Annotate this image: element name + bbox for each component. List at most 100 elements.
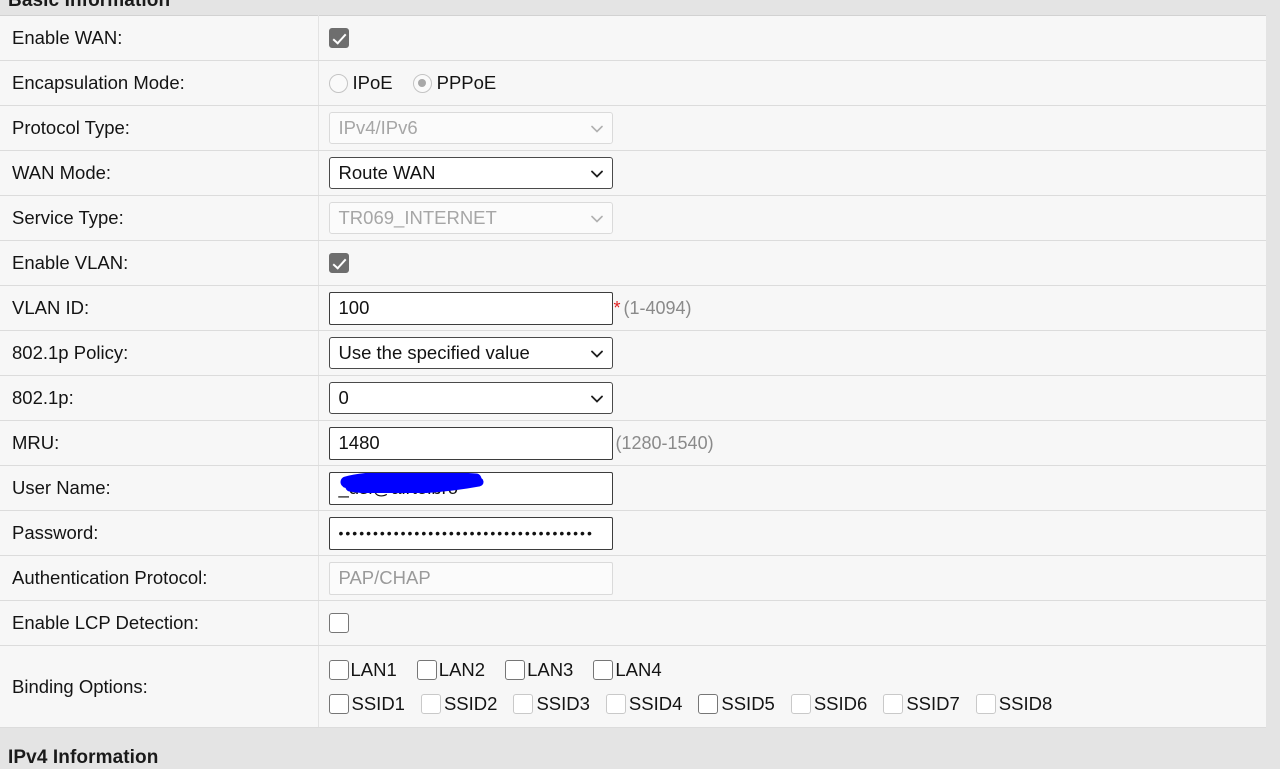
binding-ssid8[interactable]: SSID8 [975,693,1052,715]
label-user-name: User Name: [0,465,319,511]
password-input[interactable]: ••••••••••••••••••••••••••••••••••••• [328,516,613,550]
row-user-name: User Name: _dsl@airtelbro [0,465,1266,511]
value-enable-lcp-detection [318,600,1266,646]
dot1p-select[interactable]: 0 [328,382,613,414]
enable-wan-checkbox[interactable] [328,28,349,48]
chevron-down-icon [590,213,603,224]
value-dot1p: 0 [318,375,1266,421]
dot1p-policy-value: Use the specified value [338,342,530,363]
binding-lan4-label: LAN4 [615,658,662,680]
binding-ssid6-checkbox[interactable] [790,693,811,714]
value-vlan-id: 100 * (1-4094) [318,285,1266,331]
binding-ssid3-checkbox[interactable] [513,693,534,714]
vlan-id-hint: (1-4094) [623,297,692,318]
row-dot1p: 802.1p: 0 [0,375,1266,421]
label-encapsulation-mode: Encapsulation Mode: [0,60,319,106]
row-enable-vlan: Enable VLAN: [0,240,1266,286]
binding-lan1-checkbox[interactable] [328,659,349,680]
binding-ssid5[interactable]: SSID5 [698,692,775,715]
value-mru: 1480 (1280-1540) [318,420,1266,466]
basic-information-form: Enable WAN: Encapsulation Mode: IPoE PPP… [0,15,1266,728]
binding-ssid4-checkbox[interactable] [605,693,626,714]
binding-ssid2[interactable]: SSID2 [420,692,498,715]
binding-ssid7-label: SSID7 [906,692,960,714]
binding-ssid2-checkbox[interactable] [420,693,441,714]
binding-ssid4-label: SSID4 [628,692,683,714]
chevron-down-icon [590,123,603,134]
row-password: Password: ••••••••••••••••••••••••••••••… [0,510,1266,556]
binding-ssid8-checkbox[interactable] [975,693,996,714]
binding-ssid2-label: SSID2 [443,692,498,714]
wan-mode-value: Route WAN [338,162,436,183]
value-enable-vlan [318,240,1266,286]
vlan-id-input[interactable]: 100 [328,291,613,325]
binding-lan4-checkbox[interactable] [593,659,614,680]
dot1p-value: 0 [338,387,349,408]
binding-ssid1-label: SSID1 [351,692,405,714]
label-password: Password: [0,510,319,556]
binding-ssid7[interactable]: SSID7 [883,692,960,715]
section-title-ipv4-information: IPv4 Information [8,747,159,768]
vlan-id-value: 100 [338,297,370,318]
binding-ssid6-label: SSID6 [813,692,868,714]
encapsulation-radio-ipoe[interactable] [328,73,348,93]
encapsulation-radio-pppoe[interactable] [412,73,432,93]
binding-ssid4[interactable]: SSID4 [605,692,683,715]
wan-mode-select[interactable]: Route WAN [328,157,613,189]
label-binding-options: Binding Options: [0,645,319,728]
protocol-type-value: IPv4/IPv6 [338,117,418,138]
authentication-protocol-value: PAP/CHAP [338,567,431,588]
binding-lan1[interactable]: LAN1 [328,659,397,681]
binding-lan3[interactable]: LAN3 [505,659,573,681]
binding-lan-row: LAN1 LAN2 LAN3 LAN4 [328,653,1267,687]
encapsulation-radio-pppoe-label: PPPoE [436,72,497,93]
row-authentication-protocol: Authentication Protocol: PAP/CHAP [0,555,1266,601]
row-service-type: Service Type: TR069_INTERNET [0,195,1266,241]
binding-lan4[interactable]: LAN4 [593,658,662,681]
value-password: ••••••••••••••••••••••••••••••••••••• [318,510,1266,556]
binding-lan2-checkbox[interactable] [416,659,437,680]
value-dot1p-policy: Use the specified value [318,330,1266,376]
binding-ssid1[interactable]: SSID1 [328,692,405,715]
label-wan-mode: WAN Mode: [0,150,319,196]
enable-vlan-checkbox[interactable] [328,253,349,273]
vlan-id-required-mark: * [613,298,621,318]
binding-ssid3[interactable]: SSID3 [513,692,590,715]
row-binding-options: Binding Options: LAN1 LAN2 LAN3 LAN4 SSI… [0,645,1267,728]
dot1p-policy-select[interactable]: Use the specified value [328,337,613,369]
user-name-input[interactable]: _dsl@airtelbro [328,471,613,505]
password-value: ••••••••••••••••••••••••••••••••••••• [338,526,594,540]
label-vlan-id: VLAN ID: [0,285,319,331]
value-wan-mode: Route WAN [318,150,1266,196]
binding-ssid7-checkbox[interactable] [883,693,904,714]
value-encapsulation-mode: IPoE PPPoE [318,60,1266,106]
mru-input[interactable]: 1480 [328,426,613,460]
mru-hint: (1280-1540) [615,432,714,453]
label-dot1p: 802.1p: [0,375,319,421]
binding-lan2[interactable]: LAN2 [416,658,486,681]
binding-ssid1-checkbox[interactable] [328,693,349,714]
label-service-type: Service Type: [0,195,319,241]
binding-ssid3-label: SSID3 [536,692,590,714]
label-enable-wan: Enable WAN: [0,15,319,61]
value-enable-wan [318,15,1266,61]
value-user-name: _dsl@airtelbro [318,465,1266,511]
binding-lan2-label: LAN2 [438,658,486,680]
binding-lan3-checkbox[interactable] [505,659,526,680]
service-type-select[interactable]: TR069_INTERNET [328,202,613,234]
chevron-down-icon [590,348,603,359]
binding-ssid-row: SSID1 SSID2 SSID3 SSID4 SSID5 SSID6 SSID… [328,687,1267,721]
label-mru: MRU: [0,420,319,466]
authentication-protocol-input[interactable]: PAP/CHAP [328,561,613,595]
chevron-down-icon [590,168,603,179]
binding-ssid6[interactable]: SSID6 [790,692,868,715]
value-protocol-type: IPv4/IPv6 [318,105,1266,151]
binding-ssid5-label: SSID5 [721,692,775,714]
binding-ssid5-checkbox[interactable] [698,693,719,714]
enable-lcp-detection-checkbox[interactable] [328,613,349,633]
row-encapsulation-mode: Encapsulation Mode: IPoE PPPoE [0,60,1266,106]
user-name-content: _dsl@airtelbro [339,472,603,499]
protocol-type-select[interactable]: IPv4/IPv6 [328,112,613,144]
row-wan-mode: WAN Mode: Route WAN [0,150,1266,196]
label-protocol-type: Protocol Type: [0,105,319,151]
